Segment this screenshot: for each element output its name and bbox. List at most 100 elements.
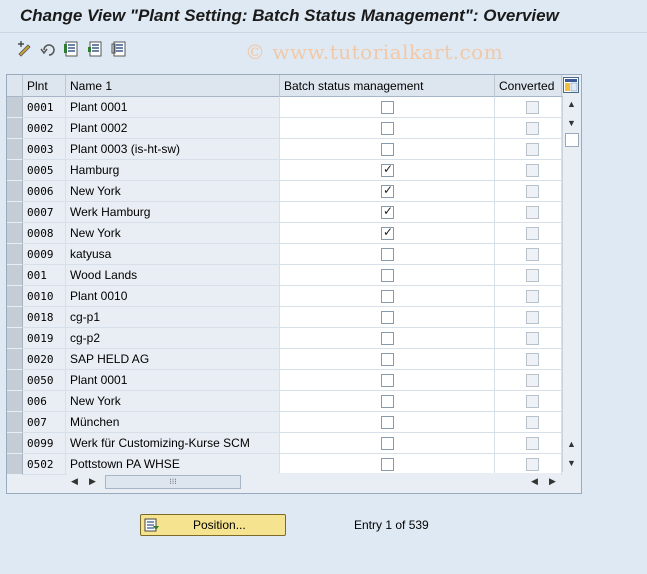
select-all-column-header[interactable] <box>7 75 23 97</box>
undo-icon[interactable] <box>40 40 58 58</box>
batch-status-checkbox[interactable] <box>381 332 394 345</box>
batch-status-checkbox[interactable] <box>381 290 394 303</box>
table-row[interactable]: 006 New York <box>7 391 563 412</box>
table-row[interactable]: 0005 Hamburg ✓ <box>7 160 563 181</box>
batch-status-checkbox[interactable] <box>381 248 394 261</box>
batch-status-checkbox[interactable]: ✓ <box>381 204 394 219</box>
row-selector[interactable] <box>7 202 23 223</box>
plant-name-cell: Plant 0010 <box>66 286 280 307</box>
table-row[interactable]: 007 München <box>7 412 563 433</box>
scroll-right-icon[interactable]: ▶ <box>89 476 96 487</box>
converted-cell <box>495 412 562 433</box>
row-selector[interactable] <box>7 328 23 349</box>
scroll-up-icon[interactable]: ▲ <box>567 99 576 109</box>
row-selector[interactable] <box>7 181 23 202</box>
table-row[interactable]: 0050 Plant 0001 <box>7 370 563 391</box>
horizontal-scroll-thumb[interactable]: ⁝⁝⁝ <box>105 475 241 489</box>
position-icon <box>144 517 160 533</box>
scroll-down-icon[interactable]: ▼ <box>567 118 576 128</box>
plant-name-cell: Wood Lands <box>66 265 280 286</box>
row-selector[interactable] <box>7 454 23 475</box>
converted-cell <box>495 454 562 475</box>
plant-name-cell: Werk Hamburg <box>66 202 280 223</box>
batch-status-cell <box>280 307 495 328</box>
scroll-right-end-icon[interactable]: ▶ <box>549 476 556 487</box>
table-row[interactable]: 0502 Pottstown PA WHSE <box>7 454 563 475</box>
batch-status-cell <box>280 286 495 307</box>
batch-status-checkbox[interactable] <box>381 311 394 324</box>
select-block-icon[interactable] <box>87 40 105 58</box>
table-row[interactable]: 0006 New York ✓ <box>7 181 563 202</box>
table-row[interactable]: 0008 New York ✓ <box>7 223 563 244</box>
scroll-up-bottom-icon[interactable]: ▲ <box>567 439 576 449</box>
row-selector[interactable] <box>7 391 23 412</box>
table-row[interactable]: 0002 Plant 0002 <box>7 118 563 139</box>
column-header-converted[interactable]: Converted <box>495 75 562 97</box>
converted-cell <box>495 391 562 412</box>
plant-name-cell: New York <box>66 223 280 244</box>
plant-name-cell: Plant 0003 (is-ht-sw) <box>66 139 280 160</box>
select-all-icon[interactable] <box>63 40 81 58</box>
row-selector[interactable] <box>7 97 23 118</box>
horizontal-scrollbar[interactable]: ◀ ▶ ⁝⁝⁝ ◀ ▶ <box>67 473 561 491</box>
table-row[interactable]: 0019 cg-p2 <box>7 328 563 349</box>
scroll-left-end-icon[interactable]: ◀ <box>531 476 538 487</box>
batch-status-checkbox[interactable]: ✓ <box>381 162 394 177</box>
plant-cell: 0005 <box>23 160 66 181</box>
row-selector[interactable] <box>7 118 23 139</box>
row-selector[interactable] <box>7 370 23 391</box>
table-row[interactable]: 001 Wood Lands <box>7 265 563 286</box>
vertical-scrollbar[interactable]: ▲ ▼ ▲ ▼ <box>562 97 581 472</box>
row-selector[interactable] <box>7 265 23 286</box>
batch-status-checkbox[interactable] <box>381 458 394 471</box>
batch-status-checkbox[interactable] <box>381 416 394 429</box>
table-row[interactable]: 0018 cg-p1 <box>7 307 563 328</box>
batch-status-checkbox[interactable] <box>381 269 394 282</box>
table-settings-icon[interactable] <box>563 77 579 93</box>
row-selector[interactable] <box>7 139 23 160</box>
row-selector[interactable] <box>7 349 23 370</box>
table-row[interactable]: 0009 katyusa <box>7 244 563 265</box>
batch-status-checkbox[interactable] <box>381 374 394 387</box>
table-row[interactable]: 0007 Werk Hamburg ✓ <box>7 202 563 223</box>
plant-cell: 0018 <box>23 307 66 328</box>
batch-status-checkbox[interactable] <box>381 395 394 408</box>
plant-cell: 0050 <box>23 370 66 391</box>
table-row[interactable]: 0099 Werk für Customizing-Kurse SCM <box>7 433 563 454</box>
row-selector[interactable] <box>7 223 23 244</box>
display-change-icon[interactable] <box>16 40 34 58</box>
row-selector[interactable] <box>7 286 23 307</box>
row-selector[interactable] <box>7 244 23 265</box>
table-row[interactable]: 0001 Plant 0001 <box>7 97 563 118</box>
table-row[interactable]: 0010 Plant 0010 <box>7 286 563 307</box>
plant-cell: 0002 <box>23 118 66 139</box>
converted-checkbox <box>526 458 539 471</box>
scroll-left-icon[interactable]: ◀ <box>71 476 78 487</box>
deselect-all-icon[interactable] <box>111 40 129 58</box>
plant-name-cell: Plant 0002 <box>66 118 280 139</box>
column-header-name[interactable]: Name 1 <box>66 75 280 97</box>
batch-status-checkbox[interactable] <box>381 122 394 135</box>
row-selector[interactable] <box>7 412 23 433</box>
batch-status-checkbox[interactable] <box>381 353 394 366</box>
row-selector[interactable] <box>7 433 23 454</box>
converted-cell <box>495 223 562 244</box>
batch-status-checkbox[interactable] <box>381 101 394 114</box>
row-selector[interactable] <box>7 160 23 181</box>
position-button[interactable]: Position... <box>140 514 286 536</box>
plant-cell: 0008 <box>23 223 66 244</box>
column-header-batch-status[interactable]: Batch status management <box>280 75 495 97</box>
scroll-thumb[interactable] <box>565 133 579 147</box>
batch-status-checkbox[interactable]: ✓ <box>381 183 394 198</box>
plant-cell: 0003 <box>23 139 66 160</box>
plant-name-cell: Werk für Customizing-Kurse SCM <box>66 433 280 454</box>
batch-status-checkbox[interactable] <box>381 437 394 450</box>
batch-status-checkbox[interactable] <box>381 143 394 156</box>
table-row[interactable]: 0003 Plant 0003 (is-ht-sw) <box>7 139 563 160</box>
batch-status-checkbox[interactable]: ✓ <box>381 225 394 240</box>
scroll-down-bottom-icon[interactable]: ▼ <box>567 458 576 468</box>
plant-name-cell: cg-p2 <box>66 328 280 349</box>
table-row[interactable]: 0020 SAP HELD AG <box>7 349 563 370</box>
column-header-plant[interactable]: Plnt <box>23 75 66 97</box>
row-selector[interactable] <box>7 307 23 328</box>
